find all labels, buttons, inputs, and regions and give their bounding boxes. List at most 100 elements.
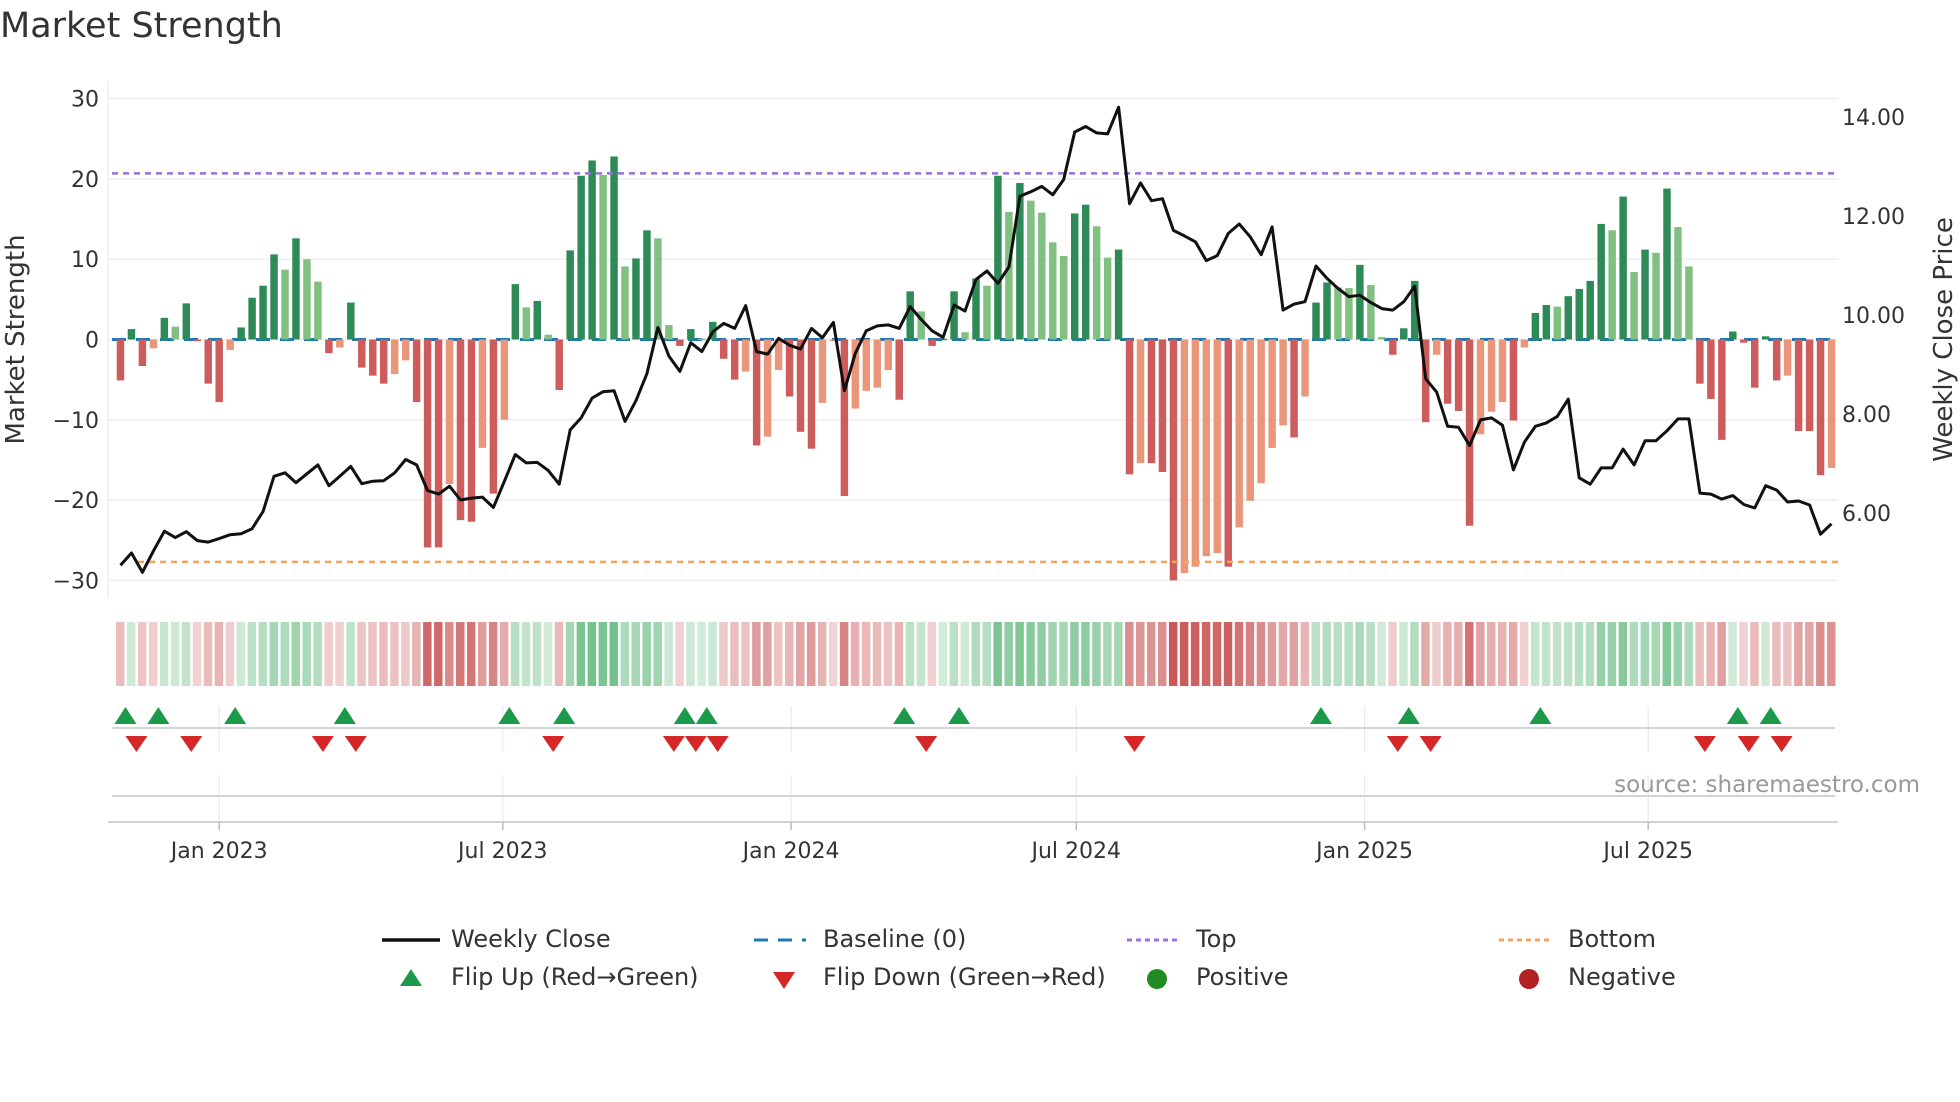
strength-bar bbox=[632, 258, 640, 340]
heat-strip-cell bbox=[850, 622, 860, 686]
y2-tick-label: 10.00 bbox=[1842, 304, 1905, 329]
heat-strip-cell bbox=[982, 622, 991, 686]
heat-strip-cell bbox=[1794, 622, 1803, 686]
strength-bar bbox=[1816, 339, 1825, 476]
heat-strip-cell bbox=[1783, 622, 1792, 686]
strength-bar bbox=[818, 339, 827, 403]
strength-bar bbox=[1751, 339, 1759, 388]
flip-down-marker bbox=[1770, 736, 1793, 752]
x-tick-label: Jan 2025 bbox=[1314, 839, 1413, 864]
flip-down-marker bbox=[684, 736, 707, 752]
flip-down-marker bbox=[180, 736, 203, 752]
strength-bar bbox=[1038, 212, 1046, 340]
heat-strip-cell bbox=[116, 622, 125, 686]
strength-bar bbox=[160, 317, 169, 340]
strength-bar bbox=[1487, 339, 1496, 412]
strength-bar bbox=[478, 339, 487, 448]
strength-bar bbox=[467, 339, 476, 522]
heat-strip-cell bbox=[1157, 622, 1167, 686]
strength-bar bbox=[1608, 230, 1616, 340]
strength-bar bbox=[939, 338, 947, 341]
strength-bar bbox=[1465, 339, 1474, 526]
heat-strip-cell bbox=[401, 622, 410, 686]
heat-strip-cell bbox=[543, 622, 553, 686]
strength-bar bbox=[1169, 339, 1178, 581]
heat-strip-cell bbox=[456, 622, 465, 686]
strength-bar bbox=[1202, 339, 1211, 557]
strength-bar bbox=[1641, 249, 1649, 340]
strength-bar bbox=[1619, 196, 1627, 340]
heat-strip-cell bbox=[971, 622, 980, 686]
heat-strip-cell bbox=[1574, 622, 1584, 686]
heat-strip-cell bbox=[1761, 622, 1770, 686]
heat-strip-cell bbox=[839, 622, 849, 686]
strength-bar bbox=[676, 339, 684, 346]
strength-bar bbox=[171, 326, 180, 340]
heat-strip-cell bbox=[1596, 622, 1606, 686]
strength-bar bbox=[1125, 339, 1134, 475]
heat-strip-cell bbox=[477, 622, 487, 686]
heat-strip-cell bbox=[1487, 622, 1496, 686]
y2-axis-label: Weekly Close Price bbox=[1929, 217, 1959, 462]
heat-strip-cell bbox=[1552, 622, 1562, 686]
heat-strip-cell bbox=[1212, 622, 1222, 686]
strength-bar bbox=[1564, 296, 1573, 340]
strength-bar bbox=[1049, 242, 1057, 340]
heat-strip-cell bbox=[1695, 622, 1704, 686]
heat-strip-cell bbox=[1300, 622, 1310, 686]
strength-bar bbox=[983, 285, 991, 340]
strength-bar bbox=[412, 339, 421, 403]
x-tick-label: Jul 2023 bbox=[456, 839, 548, 864]
strength-bar bbox=[1158, 339, 1167, 472]
heat-strip-cell bbox=[346, 622, 355, 686]
flip-up-marker bbox=[114, 707, 137, 724]
y-tick-label: −30 bbox=[53, 569, 99, 594]
flip-up-marker bbox=[1309, 707, 1332, 724]
heat-strip-cell bbox=[466, 622, 476, 686]
strength-bar bbox=[665, 325, 673, 340]
heat-strip-cell bbox=[258, 622, 268, 686]
flip-up-marker bbox=[695, 707, 718, 724]
strength-bar bbox=[1586, 280, 1594, 340]
heat-strip-cell bbox=[445, 622, 454, 686]
strength-bar bbox=[741, 339, 750, 372]
heat-strip-cell bbox=[1673, 622, 1682, 686]
strength-bar bbox=[577, 175, 585, 340]
heat-strip-cell bbox=[642, 622, 651, 686]
heat-strip-cell bbox=[1563, 622, 1573, 686]
strength-bar bbox=[1674, 227, 1682, 340]
heat-strip-cell bbox=[1070, 622, 1079, 686]
heat-strip-cell bbox=[1454, 622, 1463, 686]
strength-bar bbox=[1783, 339, 1792, 376]
heat-strip-cell bbox=[905, 622, 915, 686]
strength-bar bbox=[720, 339, 728, 359]
heat-strip-cell bbox=[390, 622, 399, 686]
heat-strip-cell bbox=[1147, 622, 1156, 686]
heat-strip-cell bbox=[993, 622, 1002, 686]
flip-down-marker bbox=[1693, 736, 1716, 752]
strength-bar bbox=[1794, 339, 1803, 432]
strength-bar bbox=[434, 339, 443, 548]
strength-bar bbox=[752, 339, 761, 446]
strength-bar bbox=[182, 303, 191, 340]
heat-strip-cell bbox=[423, 622, 432, 686]
heat-strip-cell bbox=[1410, 622, 1419, 686]
strength-bar bbox=[1334, 287, 1342, 340]
heat-strip-cell bbox=[1190, 622, 1200, 686]
heat-strip-cell bbox=[1344, 622, 1353, 686]
heat-strip-cell bbox=[280, 622, 289, 686]
strength-bar bbox=[314, 281, 322, 340]
strength-bar bbox=[1630, 272, 1638, 340]
heat-strip-cell bbox=[1805, 622, 1814, 686]
heat-strip-cell bbox=[828, 622, 838, 686]
heat-strip-cell bbox=[532, 622, 542, 686]
strength-bar bbox=[544, 334, 552, 340]
heat-strip-cell bbox=[1541, 622, 1551, 686]
market-strength-chart: 30 20 10 0 −10 −20 −30 14.00 12.00 10.00 8.00 6.00 M… bbox=[1, 81, 1959, 864]
heat-strip-cell bbox=[697, 622, 706, 686]
strength-bar bbox=[358, 339, 366, 368]
heat-strip-cell bbox=[1092, 622, 1101, 686]
strength-bar bbox=[1312, 302, 1320, 340]
flip-down-marker bbox=[1737, 736, 1760, 752]
strength-bar bbox=[654, 238, 662, 340]
